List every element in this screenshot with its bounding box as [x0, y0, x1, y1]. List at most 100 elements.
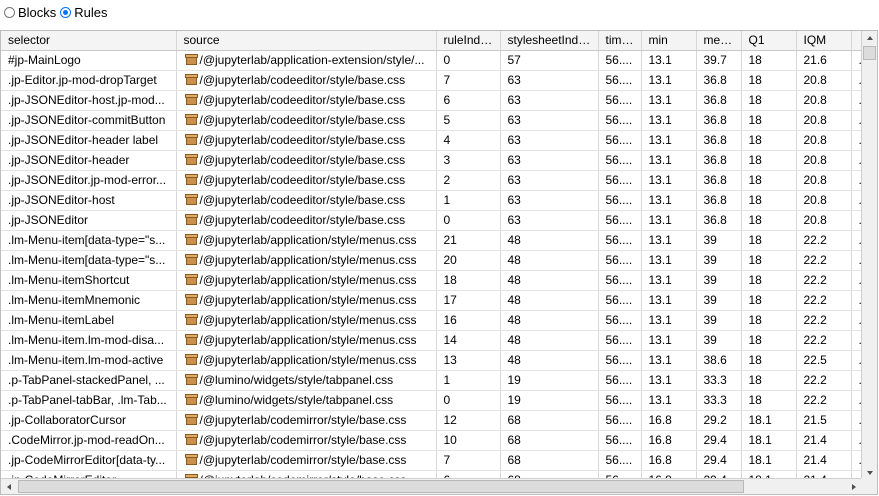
table-row[interactable]: .lm-Menu-itemMnemonic /@jupyterlab/applic…: [1, 290, 862, 311]
table-row[interactable]: .lm-Menu-item.lm-mod-active /@jupyterlab/…: [1, 350, 862, 371]
cell-iqm: 22.2: [796, 390, 852, 411]
column-header-iqm[interactable]: IQM: [796, 31, 852, 51]
cell-q1: 18: [741, 190, 797, 211]
cell-iqm: 22.2: [796, 310, 852, 331]
source-path: /@jupyterlab/codeeditor/style/base.css: [199, 213, 406, 227]
table-row[interactable]: .lm-Menu-item[data-type="s... /@jupyterla…: [1, 230, 862, 251]
package-icon: [184, 234, 198, 245]
column-header-stylesheetindex[interactable]: stylesheetIndex: [500, 31, 599, 51]
column-header-q1[interactable]: Q1: [741, 31, 797, 51]
table-row[interactable]: .jp-JSONEditor.jp-mod-error... /@jupyterl…: [1, 170, 862, 191]
cell-min: 13.1: [641, 210, 697, 231]
table-row[interactable]: #jp-MainLogo /@jupyterlab/application-ext…: [1, 50, 862, 71]
table-row[interactable]: .lm-Menu-itemLabel /@jupyterlab/applicati…: [1, 310, 862, 331]
cell-stylesheetindex: 48: [500, 310, 599, 331]
cell-overflow: .: [851, 410, 862, 431]
table-row[interactable]: .p-TabPanel-stackedPanel, ... /@lumino/wi…: [1, 370, 862, 391]
table-row[interactable]: .jp-JSONEditor-header label /@jupyterlab/…: [1, 130, 862, 151]
table-row[interactable]: .jp-CollaboratorCursor /@jupyterlab/codem…: [1, 410, 862, 431]
table-row[interactable]: .jp-CodeMirrorEditor[data-ty... /@jupyter…: [1, 450, 862, 471]
cell-min: 13.1: [641, 350, 697, 371]
column-header-selector[interactable]: selector: [1, 31, 177, 51]
table-row[interactable]: .jp-JSONEditor-host.jp-mod... /@jupyterla…: [1, 90, 862, 111]
cell-selector: .lm-Menu-item.lm-mod-disa...: [1, 330, 177, 351]
cell-source: /@jupyterlab/codemirror/style/base.css: [176, 450, 437, 471]
horizontal-scrollbar[interactable]: [1, 478, 862, 494]
cell-selector: .jp-Editor.jp-mod-dropTarget: [1, 70, 177, 91]
cell-source: /@jupyterlab/application/style/menus.css: [176, 330, 437, 351]
scroll-left-arrow-icon[interactable]: [1, 479, 17, 494]
cell-mean: 36.8: [696, 190, 742, 211]
table-row[interactable]: .jp-JSONEditor /@jupyterlab/codeeditor/st…: [1, 210, 862, 231]
radio-blocks[interactable]: Blocks: [4, 5, 56, 20]
cell-source: /@jupyterlab/codeeditor/style/base.css: [176, 130, 437, 151]
table-row[interactable]: .lm-Menu-item[data-type="s... /@jupyterla…: [1, 250, 862, 271]
table-row[interactable]: .CodeMirror.jp-mod-readOn... /@jupyterlab…: [1, 430, 862, 451]
cell-mean: 36.8: [696, 90, 742, 111]
cell-overflow: .: [851, 130, 862, 151]
scroll-up-arrow-icon[interactable]: [862, 31, 877, 45]
scroll-right-arrow-icon[interactable]: [846, 479, 862, 494]
column-header-min[interactable]: min: [641, 31, 697, 51]
table-body: #jp-MainLogo /@jupyterlab/application-ext…: [1, 50, 862, 480]
cell-source: /@jupyterlab/application/style/menus.css: [176, 230, 437, 251]
vertical-scroll-thumb[interactable]: [863, 46, 876, 60]
cell-ruleindex: 12: [436, 410, 501, 431]
cell-ruleindex: 2: [436, 170, 501, 191]
column-header-mean[interactable]: mean: [696, 31, 742, 51]
source-path: /@jupyterlab/codeeditor/style/base.css: [199, 153, 406, 167]
table-row[interactable]: .jp-Editor.jp-mod-dropTarget /@jupyterlab…: [1, 70, 862, 91]
cell-times: 56....: [598, 450, 642, 471]
cell-overflow: .: [851, 350, 862, 371]
cell-q1: 18: [741, 70, 797, 91]
table-row[interactable]: .lm-Menu-item.lm-mod-disa... /@jupyterlab…: [1, 330, 862, 351]
cell-mean: 36.8: [696, 130, 742, 151]
cell-mean: 39: [696, 270, 742, 291]
table-row[interactable]: .jp-JSONEditor-commitButton /@jupyterlab/…: [1, 110, 862, 131]
cell-iqm: 22.2: [796, 250, 852, 271]
source-path: /@jupyterlab/codeeditor/style/base.css: [199, 93, 406, 107]
cell-selector: .jp-JSONEditor-host.jp-mod...: [1, 90, 177, 111]
cell-min: 13.1: [641, 250, 697, 271]
cell-times: 56....: [598, 410, 642, 431]
cell-mean: 38.6: [696, 350, 742, 371]
column-header-source[interactable]: source: [176, 31, 437, 51]
package-icon: [184, 214, 198, 225]
radio-blocks-dot[interactable]: [4, 6, 15, 18]
source-path: /@lumino/widgets/style/tabpanel.css: [199, 393, 394, 407]
radio-rules-dot[interactable]: [60, 6, 72, 18]
cell-source: /@jupyterlab/codeeditor/style/base.css: [176, 150, 437, 171]
cell-selector: .lm-Menu-item[data-type="s...: [1, 250, 177, 271]
cell-selector: .jp-JSONEditor.jp-mod-error...: [1, 170, 177, 191]
cell-overflow: .: [851, 90, 862, 111]
cell-source: /@lumino/widgets/style/tabpanel.css: [176, 370, 437, 391]
cell-source: /@jupyterlab/application-extension/style…: [176, 50, 437, 71]
cell-q1: 18: [741, 150, 797, 171]
column-header-times[interactable]: times: [598, 31, 642, 51]
table-row[interactable]: .lm-Menu-itemShortcut /@jupyterlab/applic…: [1, 270, 862, 291]
cell-min: 13.1: [641, 370, 697, 391]
cell-mean: 33.3: [696, 370, 742, 391]
package-icon: [184, 74, 198, 85]
cell-iqm: 22.5: [796, 350, 852, 371]
package-icon: [184, 174, 198, 185]
table-row[interactable]: .jp-JSONEditor-header /@jupyterlab/codeed…: [1, 150, 862, 171]
table-row[interactable]: .p-TabPanel-tabBar, .lm-Tab... /@lumino/w…: [1, 390, 862, 411]
cell-times: 56....: [598, 170, 642, 191]
source-path: /@jupyterlab/application/style/menus.css: [199, 313, 417, 327]
column-header-ruleindex[interactable]: ruleIndex: [436, 31, 501, 51]
cell-iqm: 20.8: [796, 210, 852, 231]
cell-overflow: .: [851, 150, 862, 171]
cell-stylesheetindex: 63: [500, 130, 599, 151]
radio-rules[interactable]: Rules: [60, 5, 108, 20]
column-header-overflow[interactable]: [851, 31, 862, 51]
cell-min: 13.1: [641, 110, 697, 131]
vertical-scrollbar[interactable]: [861, 31, 877, 480]
cell-stylesheetindex: 57: [500, 50, 599, 71]
source-path: /@jupyterlab/application/style/menus.css: [199, 273, 417, 287]
horizontal-scroll-thumb[interactable]: [18, 480, 744, 493]
table-row[interactable]: .jp-JSONEditor-host /@jupyterlab/codeedit…: [1, 190, 862, 211]
cell-stylesheetindex: 48: [500, 330, 599, 351]
cell-stylesheetindex: 48: [500, 270, 599, 291]
cell-ruleindex: 13: [436, 350, 501, 371]
